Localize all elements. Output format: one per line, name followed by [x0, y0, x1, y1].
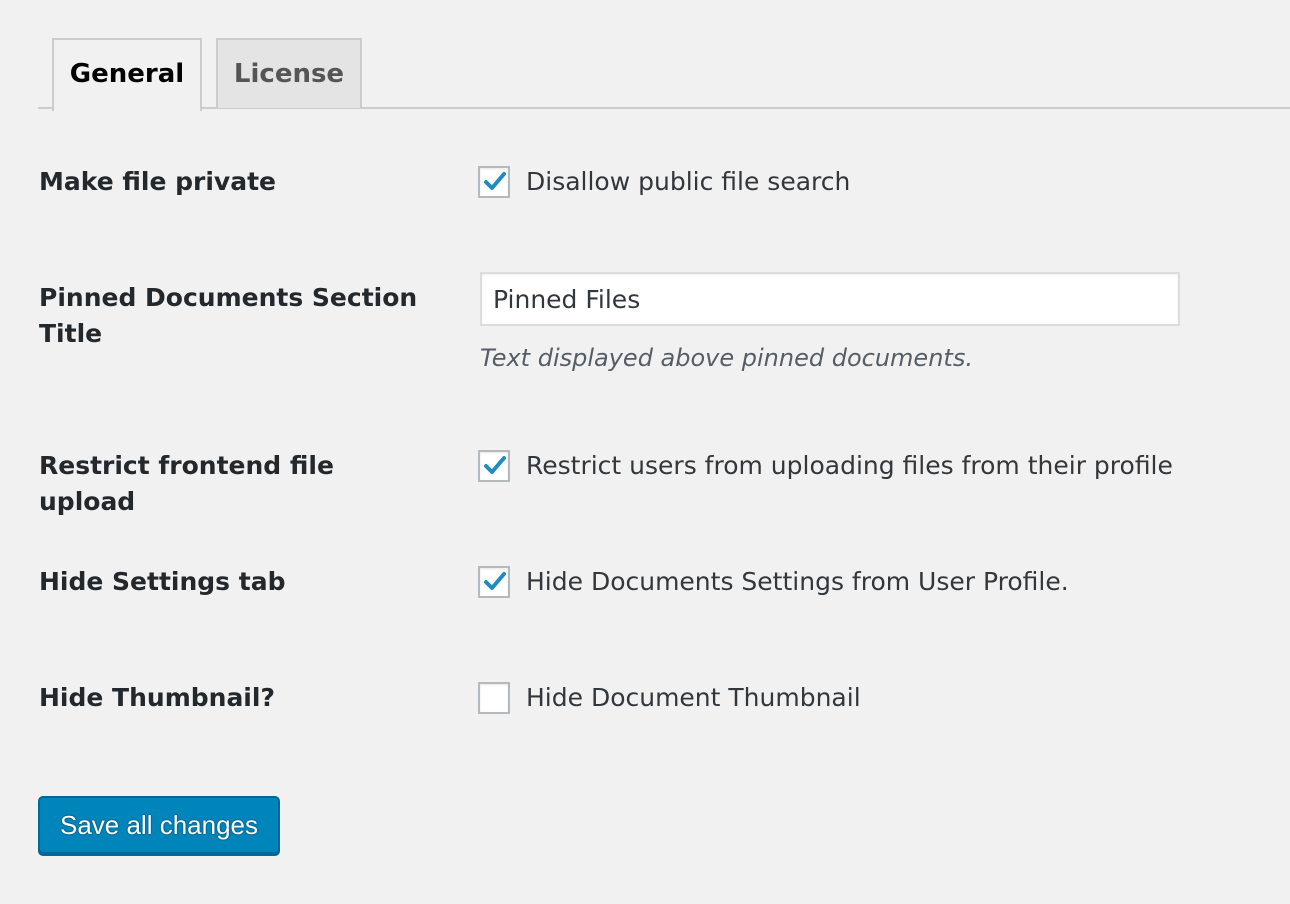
hide-thumbnail-option[interactable]: Hide Document Thumbnail — [478, 682, 861, 714]
hide-settings-tab-checkbox-label: Hide Documents Settings from User Profil… — [526, 567, 1069, 596]
restrict-upload-label: Restrict frontend file upload — [39, 451, 334, 516]
hide-thumbnail-checkbox[interactable] — [478, 682, 510, 714]
checkmark-icon — [484, 172, 506, 190]
checkmark-icon — [484, 572, 506, 590]
pinned-documents-title-label: Pinned Documents Section Title — [39, 283, 418, 348]
hide-settings-tab-label: Hide Settings tab — [39, 567, 286, 596]
checkmark-icon — [484, 456, 506, 474]
make-file-private-checkbox[interactable] — [478, 166, 510, 198]
pinned-documents-title-input[interactable] — [480, 272, 1180, 326]
hide-thumbnail-label: Hide Thumbnail? — [39, 683, 275, 712]
make-file-private-option[interactable]: Disallow public file search — [478, 166, 850, 198]
make-file-private-checkbox-label: Disallow public file search — [526, 167, 851, 196]
pinned-documents-title-description: Text displayed above pinned documents. — [480, 344, 973, 372]
tab-license[interactable]: License — [216, 38, 362, 108]
hide-settings-tab-option[interactable]: Hide Documents Settings from User Profil… — [478, 566, 1069, 598]
restrict-upload-checkbox[interactable] — [478, 450, 510, 482]
tab-general[interactable]: General — [52, 38, 202, 111]
settings-tabs: General License — [38, 38, 1290, 111]
hide-thumbnail-checkbox-label: Hide Document Thumbnail — [526, 683, 861, 712]
hide-settings-tab-checkbox[interactable] — [478, 566, 510, 598]
save-all-changes-button[interactable]: Save all changes — [38, 796, 280, 854]
make-file-private-label: Make file private — [39, 167, 276, 196]
restrict-upload-checkbox-label: Restrict users from uploading files from… — [526, 451, 1173, 480]
restrict-upload-option[interactable]: Restrict users from uploading files from… — [478, 450, 1173, 482]
